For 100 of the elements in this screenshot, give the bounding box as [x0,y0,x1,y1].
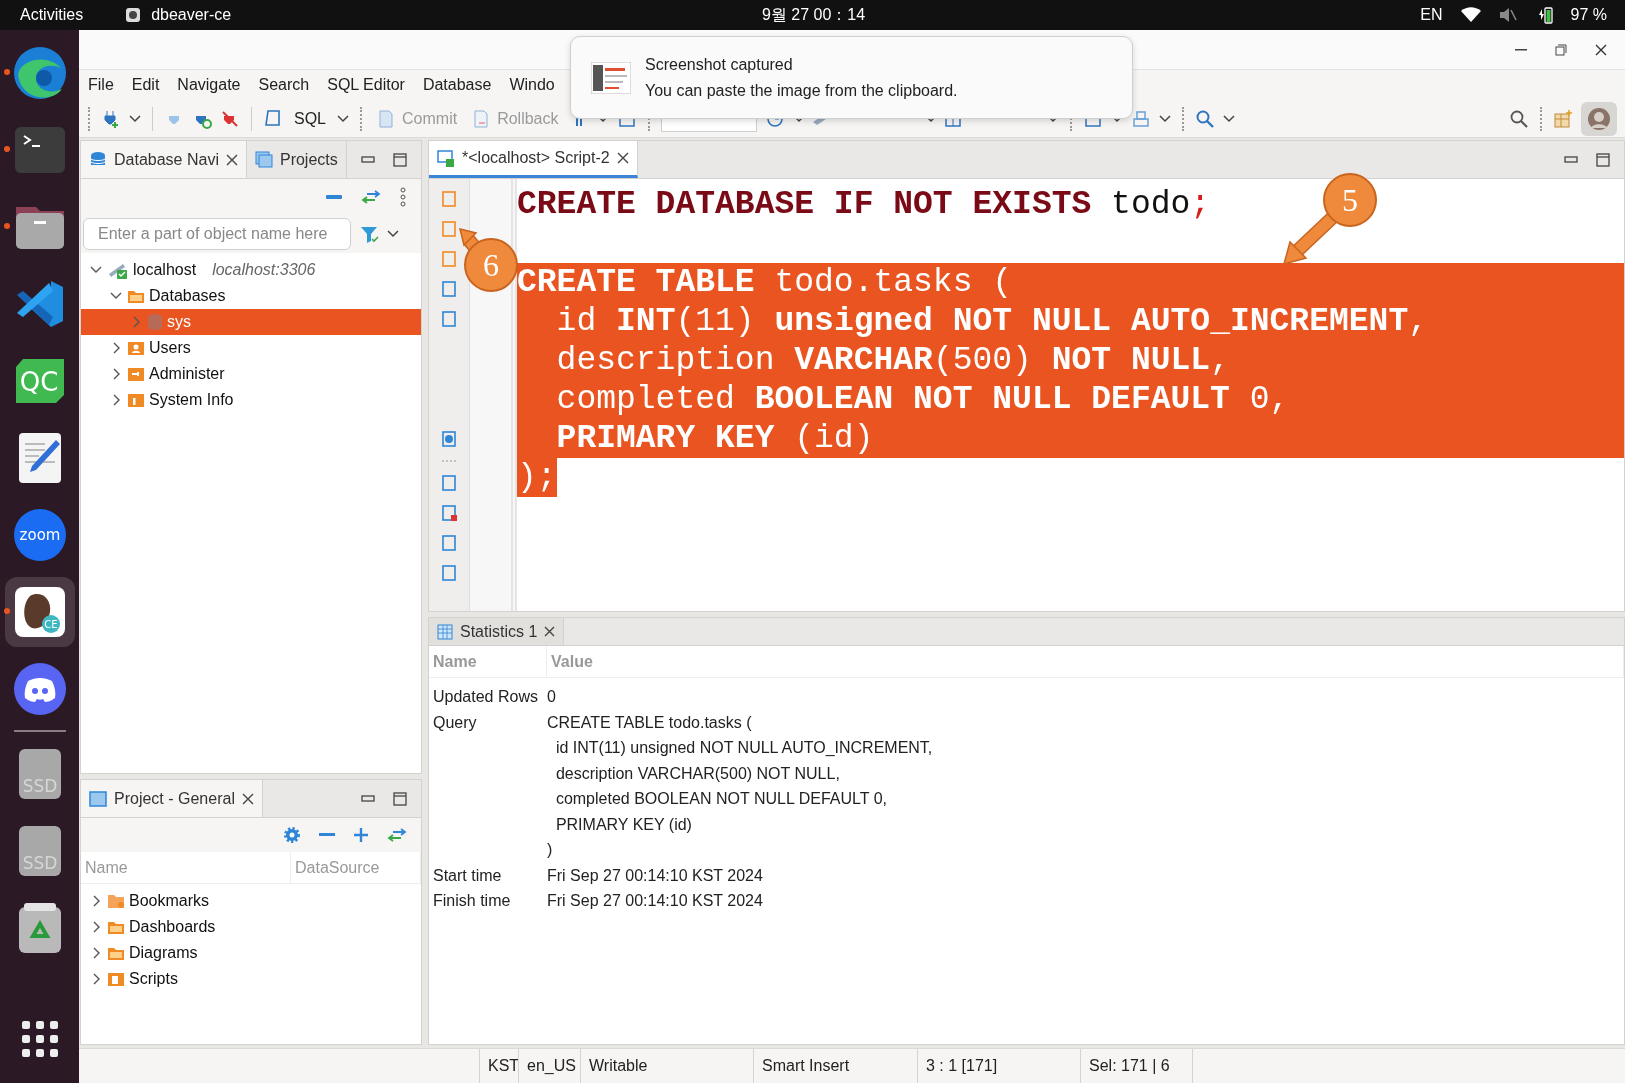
search-icon[interactable] [1195,108,1216,129]
close-icon[interactable] [544,626,556,637]
plus-icon[interactable] [353,827,369,843]
database-icon [147,313,163,331]
tree-item[interactable]: Users [81,335,421,361]
property-name: Finish time [432,891,512,911]
menu-item[interactable]: SQL Editor [318,76,414,94]
menu-item[interactable]: Windo [500,76,564,94]
info-folder-icon [127,392,145,408]
tree-item[interactable]: Dashboards [81,914,421,940]
plug-plus-icon[interactable] [101,108,121,129]
terminal-icon[interactable] [13,125,66,174]
folder-icon [127,288,145,304]
settings-icon[interactable] [439,429,459,449]
notification[interactable]: Screenshot captured You can paste the image from the clipboard. [570,36,1133,119]
result-tab[interactable]: Statistics 1 [429,618,565,645]
activities-button[interactable]: Activities [20,6,84,24]
script-icon[interactable] [439,279,459,299]
minus-icon[interactable] [319,832,335,838]
editor-tab[interactable]: *<localhost> Script-2 [429,141,638,178]
collapse-icon[interactable] [325,193,343,201]
running-dot [4,223,10,229]
notification-title: Screenshot captured [645,55,794,74]
close-icon [1595,43,1607,56]
plug-off-icon[interactable] [220,108,240,129]
status-item: Sel: 171 | 6 [1080,1049,1192,1083]
caret-icon[interactable] [1159,114,1172,123]
avatar-button[interactable] [1581,101,1617,136]
caret-icon[interactable] [129,114,141,123]
link-arrows-icon[interactable] [361,190,381,204]
browser-icon[interactable] [11,44,68,101]
minimize-icon[interactable] [1564,155,1578,164]
variable-file-icon[interactable] [439,533,459,553]
maximize-icon[interactable] [393,152,407,167]
folder-icon [107,919,125,935]
maximize-icon[interactable] [393,791,407,806]
status-item: KST [479,1049,518,1083]
video-app-icon[interactable]: zoom [12,507,67,562]
close-icon[interactable] [616,152,629,164]
bookmark-folder-icon [107,893,125,909]
input-source[interactable]: EN [1420,6,1443,24]
property-name: Start time [432,865,503,886]
minimize-icon [1515,48,1527,51]
caret-icon[interactable] [337,114,349,123]
menu-item[interactable]: File [79,76,123,94]
caret-icon[interactable] [387,230,399,238]
script-icon[interactable] [263,108,283,129]
trash-icon[interactable] [17,901,62,954]
filter-icon[interactable] [359,224,379,244]
console-icon[interactable] [439,309,459,329]
outline-icon[interactable] [439,563,459,583]
minimize-icon[interactable] [361,794,375,803]
tools-folder-icon [127,366,145,382]
sql-button[interactable]: SQL [291,107,329,130]
chat-app-icon[interactable] [12,661,67,716]
running-dot [4,146,10,152]
battery-percent: 97 % [1570,6,1607,24]
app-menu[interactable]: dbeaver-ce [125,6,232,24]
search-icon[interactable] [1509,108,1529,129]
error-file-icon[interactable] [439,503,459,523]
property-value: 0 [547,687,556,707]
tree-item[interactable]: Databases [81,283,421,309]
script-folder-icon [107,971,125,987]
filter-field[interactable]: Enter a part of object name here [83,218,351,250]
restore-icon [1555,43,1567,56]
close-icon[interactable] [241,792,254,805]
link-arrows-icon[interactable] [387,828,407,842]
tree-item[interactable]: Scripts [81,966,421,992]
menu-item[interactable]: Navigate [168,76,250,94]
property-value: CREATE TABLE todo.tasks ( id INT(11) unsigned NOT NULL AUTO_INCREMENT, description VARCHAR(500) NOT NULL, completed BOOLEAN NOT NULL DEFAULT 0, PRIMARY KEY (id) ) [547,712,933,860]
grid-icon [437,623,453,640]
document-icon [376,108,396,129]
close-icon[interactable] [225,153,238,166]
export-icon[interactable] [439,473,459,493]
menu-item[interactable]: Database [413,76,501,94]
minimize-icon[interactable] [361,155,375,164]
settings-icon[interactable] [283,826,301,844]
kebab-menu-icon[interactable] [399,187,407,207]
clock[interactable]: 9월 27 00：14 [761,4,866,26]
panel-tab[interactable]: Projects [246,141,347,178]
menu-item[interactable]: Edit [122,76,169,94]
tree-item[interactable]: System Info [81,387,421,413]
menu-item[interactable]: Search [249,76,319,94]
panel-tab[interactable]: Database Navi [81,141,247,178]
panel-tab[interactable]: Project - General [81,780,263,817]
tree-item[interactable]: Bookmarks [81,888,421,914]
property-value: Fri Sep 27 00:14:10 KST 2024 [547,891,763,911]
property-name: Query [432,712,478,733]
wifi-icon [1460,7,1481,23]
tree-item[interactable]: sys [81,309,421,335]
app-grid-icon[interactable] [21,1020,58,1057]
tree-item[interactable]: Administer [81,361,421,387]
running-dot [4,69,10,75]
caret-icon[interactable] [1223,114,1236,123]
tree-item[interactable]: Diagrams [81,940,421,966]
avatar-icon [1587,106,1611,131]
status-item: Smart Insert [753,1049,917,1083]
maximize-icon[interactable] [1596,152,1610,167]
text-editor-icon[interactable] [17,431,62,484]
tree-item[interactable]: localhost localhost:3306 [81,257,421,283]
